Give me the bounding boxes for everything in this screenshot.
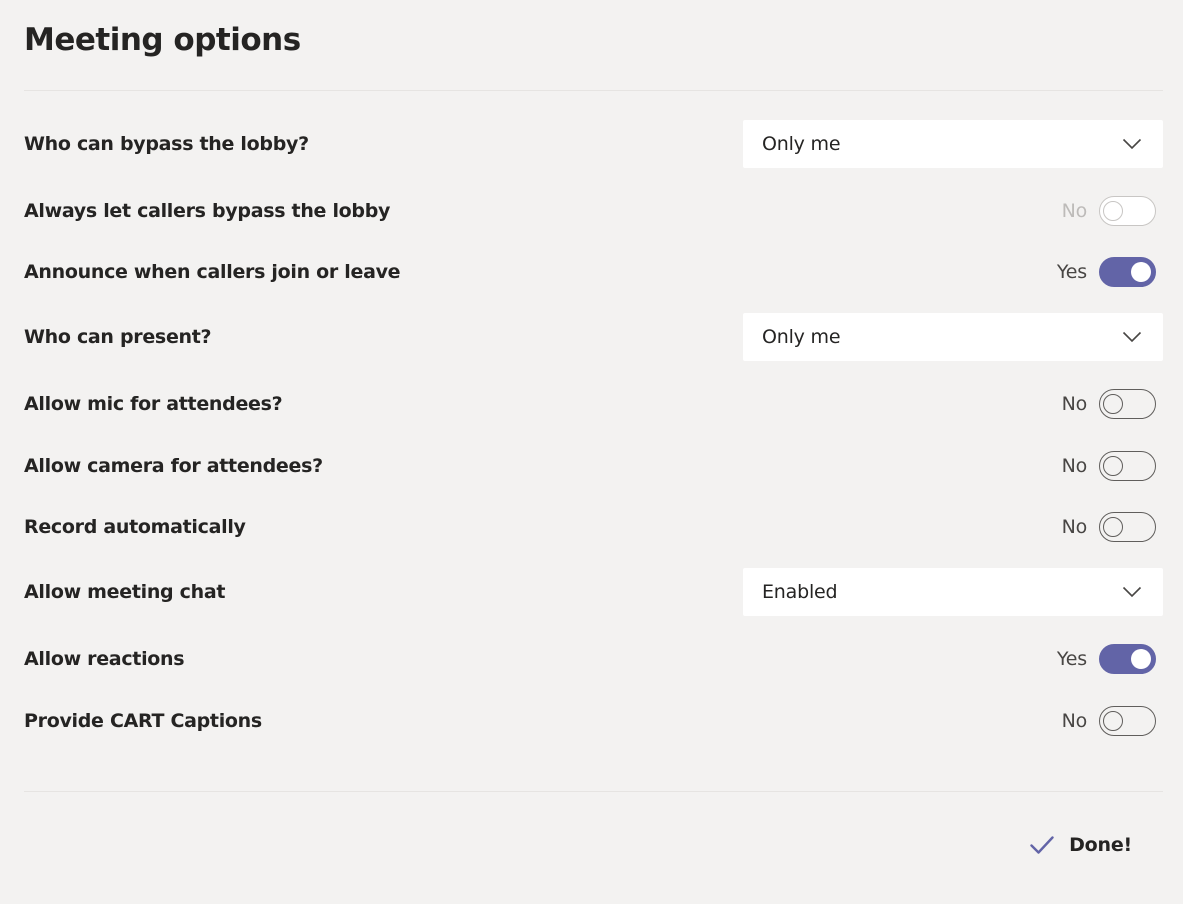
- option-row-callers-bypass: Always let callers bypass the lobby No: [24, 195, 1163, 227]
- callers-bypass-state: No: [1061, 200, 1088, 222]
- page-title: Meeting options: [24, 22, 301, 58]
- option-row-cart-captions: Provide CART Captions No: [24, 705, 1163, 737]
- option-row-who-can-present: Who can present? Only me: [24, 313, 1163, 361]
- meeting-chat-dropdown[interactable]: Enabled: [743, 568, 1163, 616]
- toggle-knob: [1131, 262, 1151, 282]
- announce-callers-state: Yes: [1056, 261, 1087, 283]
- allow-camera-toggle-group: No: [1043, 451, 1156, 481]
- announce-callers-label: Announce when callers join or leave: [24, 261, 401, 283]
- record-automatically-toggle[interactable]: [1099, 512, 1156, 542]
- checkmark-icon: [1030, 836, 1054, 854]
- who-can-present-value: Only me: [762, 326, 841, 348]
- allow-mic-toggle[interactable]: [1099, 389, 1156, 419]
- bypass-lobby-label: Who can bypass the lobby?: [24, 133, 309, 155]
- meeting-chat-label: Allow meeting chat: [24, 581, 226, 603]
- announce-callers-toggle-group: Yes: [1043, 257, 1156, 287]
- cart-captions-state: No: [1061, 710, 1088, 732]
- who-can-present-dropdown[interactable]: Only me: [743, 313, 1163, 361]
- allow-mic-toggle-group: No: [1043, 389, 1156, 419]
- option-row-allow-reactions: Allow reactions Yes: [24, 643, 1163, 675]
- record-automatically-label: Record automatically: [24, 516, 246, 538]
- record-automatically-toggle-group: No: [1043, 512, 1156, 542]
- allow-camera-label: Allow camera for attendees?: [24, 455, 323, 477]
- option-row-meeting-chat: Allow meeting chat Enabled: [24, 568, 1163, 616]
- done-button[interactable]: Done!: [1030, 829, 1132, 861]
- toggle-knob: [1103, 201, 1123, 221]
- chevron-down-icon: [1122, 138, 1142, 150]
- allow-reactions-state: Yes: [1056, 648, 1087, 670]
- chevron-down-icon: [1122, 331, 1142, 343]
- option-row-announce-callers: Announce when callers join or leave Yes: [24, 256, 1163, 288]
- cart-captions-toggle[interactable]: [1099, 706, 1156, 736]
- done-label: Done!: [1069, 834, 1132, 856]
- toggle-knob: [1103, 711, 1123, 731]
- allow-reactions-toggle[interactable]: [1099, 644, 1156, 674]
- allow-camera-toggle[interactable]: [1099, 451, 1156, 481]
- header-divider: [24, 90, 1163, 91]
- cart-captions-label: Provide CART Captions: [24, 710, 262, 732]
- toggle-knob: [1103, 456, 1123, 476]
- callers-bypass-toggle-group: No: [1043, 196, 1156, 226]
- allow-mic-label: Allow mic for attendees?: [24, 393, 283, 415]
- toggle-knob: [1103, 394, 1123, 414]
- footer-divider: [24, 791, 1163, 792]
- allow-reactions-label: Allow reactions: [24, 648, 185, 670]
- meeting-chat-value: Enabled: [762, 581, 838, 603]
- option-row-allow-camera: Allow camera for attendees? No: [24, 450, 1163, 482]
- who-can-present-label: Who can present?: [24, 326, 212, 348]
- chevron-down-icon: [1122, 586, 1142, 598]
- record-automatically-state: No: [1061, 516, 1088, 538]
- cart-captions-toggle-group: No: [1043, 706, 1156, 736]
- allow-reactions-toggle-group: Yes: [1043, 644, 1156, 674]
- bypass-lobby-dropdown[interactable]: Only me: [743, 120, 1163, 168]
- allow-mic-state: No: [1061, 393, 1088, 415]
- announce-callers-toggle[interactable]: [1099, 257, 1156, 287]
- option-row-bypass-lobby: Who can bypass the lobby? Only me: [24, 120, 1163, 168]
- option-row-record-automatically: Record automatically No: [24, 511, 1163, 543]
- bypass-lobby-value: Only me: [762, 133, 841, 155]
- allow-camera-state: No: [1061, 455, 1088, 477]
- option-row-allow-mic: Allow mic for attendees? No: [24, 388, 1163, 420]
- toggle-knob: [1103, 517, 1123, 537]
- toggle-knob: [1131, 649, 1151, 669]
- callers-bypass-toggle[interactable]: [1099, 196, 1156, 226]
- callers-bypass-label: Always let callers bypass the lobby: [24, 200, 391, 222]
